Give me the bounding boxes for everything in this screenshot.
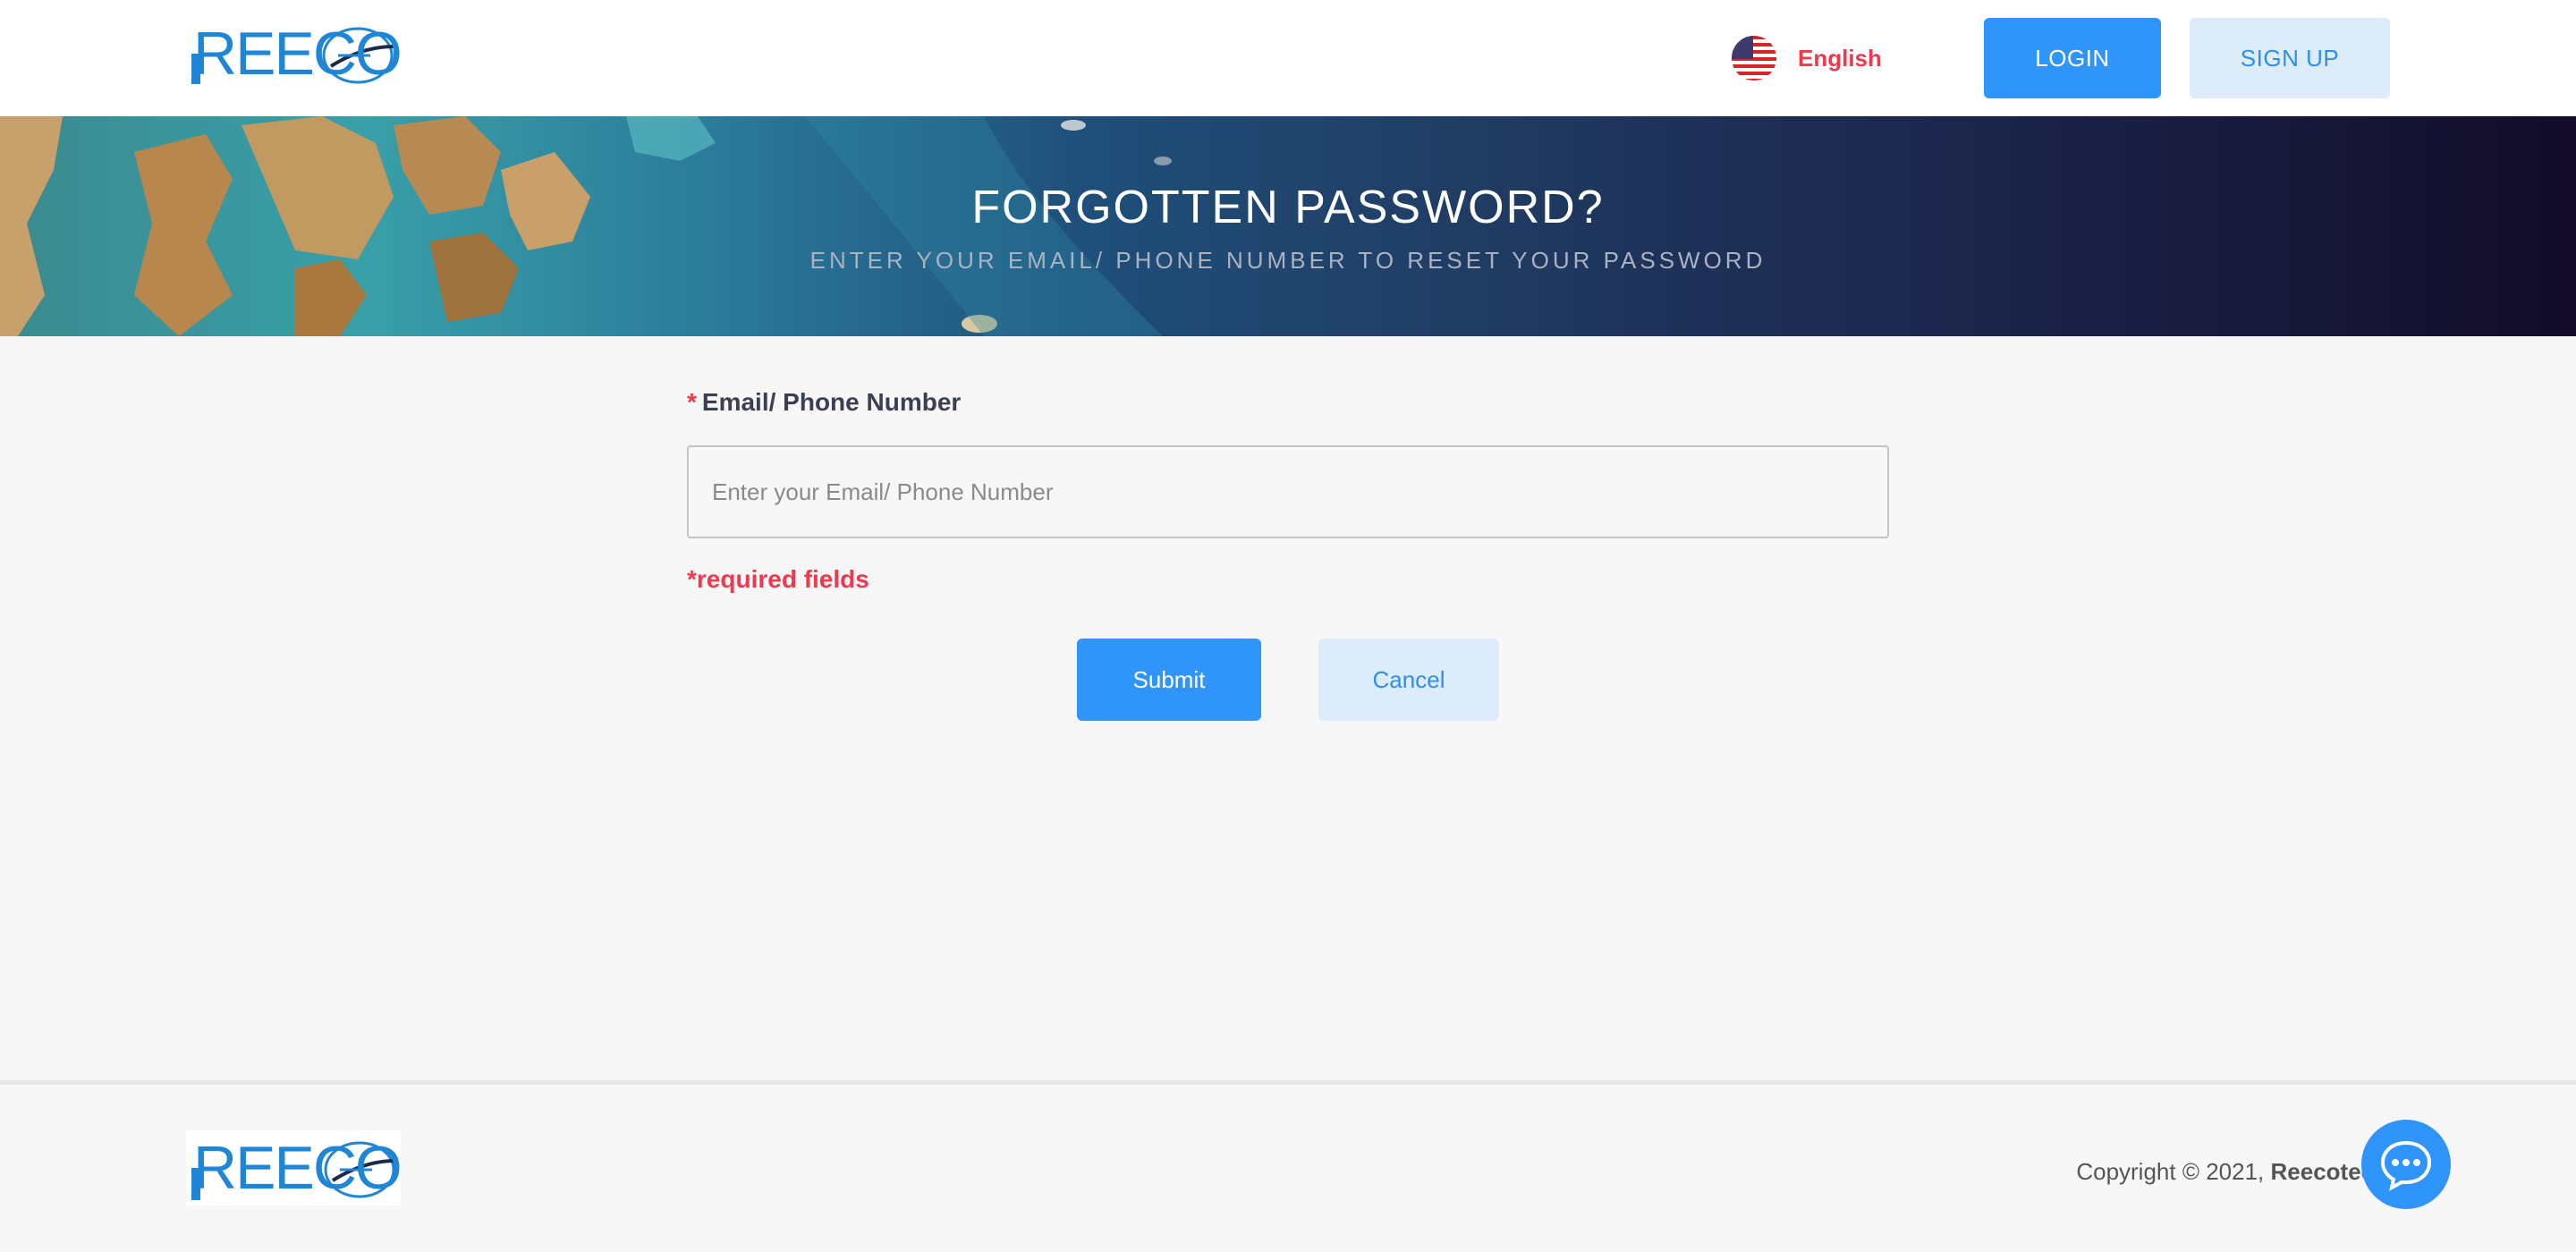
language-selector[interactable]: English (1732, 34, 1882, 82)
top-header: REECO English LOGIN SIGN UP (0, 0, 2576, 116)
login-button[interactable]: LOGIN (1984, 18, 2161, 98)
email-phone-input[interactable] (687, 445, 1889, 538)
signup-button[interactable]: SIGN UP (2190, 18, 2390, 98)
chat-bubble-icon[interactable] (2361, 1120, 2451, 1209)
submit-button[interactable]: Submit (1077, 639, 1261, 721)
email-phone-label-text: Email/ Phone Number (701, 388, 962, 416)
copyright-text: Copyright © 2021, Reecotech (2076, 1158, 2388, 1186)
copyright-prefix: Copyright © 2021, (2076, 1158, 2271, 1185)
page-subtitle: ENTER YOUR EMAIL/ PHONE NUMBER TO RESET … (809, 247, 1767, 274)
logo-text: REECO (193, 20, 402, 88)
language-label: English (1798, 44, 1882, 72)
required-asterisk: * (687, 388, 697, 416)
required-fields-note: *required fields (687, 565, 869, 593)
cancel-button[interactable]: Cancel (1318, 639, 1499, 721)
footer-reeco-logo[interactable]: REECO (186, 1130, 402, 1205)
email-phone-label: * Email/ Phone Number (687, 388, 961, 417)
footer-logo-text: REECO (193, 1134, 402, 1202)
page-title: FORGOTTEN PASSWORD? (971, 182, 1605, 233)
chat-icon-glyph (2380, 1140, 2432, 1191)
reeco-logo[interactable]: REECO (188, 20, 402, 88)
us-flag-icon (1732, 36, 1776, 80)
page-footer: REECO Copyright © 2021, Reecotech (0, 1080, 2576, 1252)
page-banner: FORGOTTEN PASSWORD? ENTER YOUR EMAIL/ PH… (0, 116, 2576, 336)
